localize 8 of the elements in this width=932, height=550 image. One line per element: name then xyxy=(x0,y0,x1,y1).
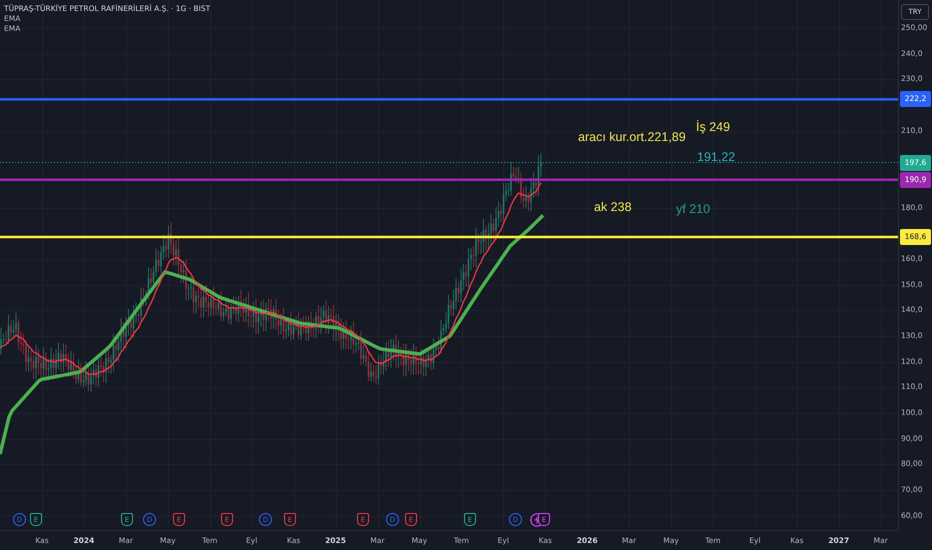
horizontal-line[interactable] xyxy=(0,178,898,181)
chart-note[interactable]: 191,22 xyxy=(697,149,736,165)
chart-note[interactable]: İş 249 xyxy=(696,119,730,135)
horizontal-line[interactable] xyxy=(0,98,898,101)
horizontal-line[interactable] xyxy=(0,162,898,163)
chart-note[interactable]: yf 210 xyxy=(676,201,710,217)
chart-note[interactable]: ak 238 xyxy=(594,199,632,215)
chart-note[interactable]: aracı kur.ort.221,89 xyxy=(578,129,686,145)
